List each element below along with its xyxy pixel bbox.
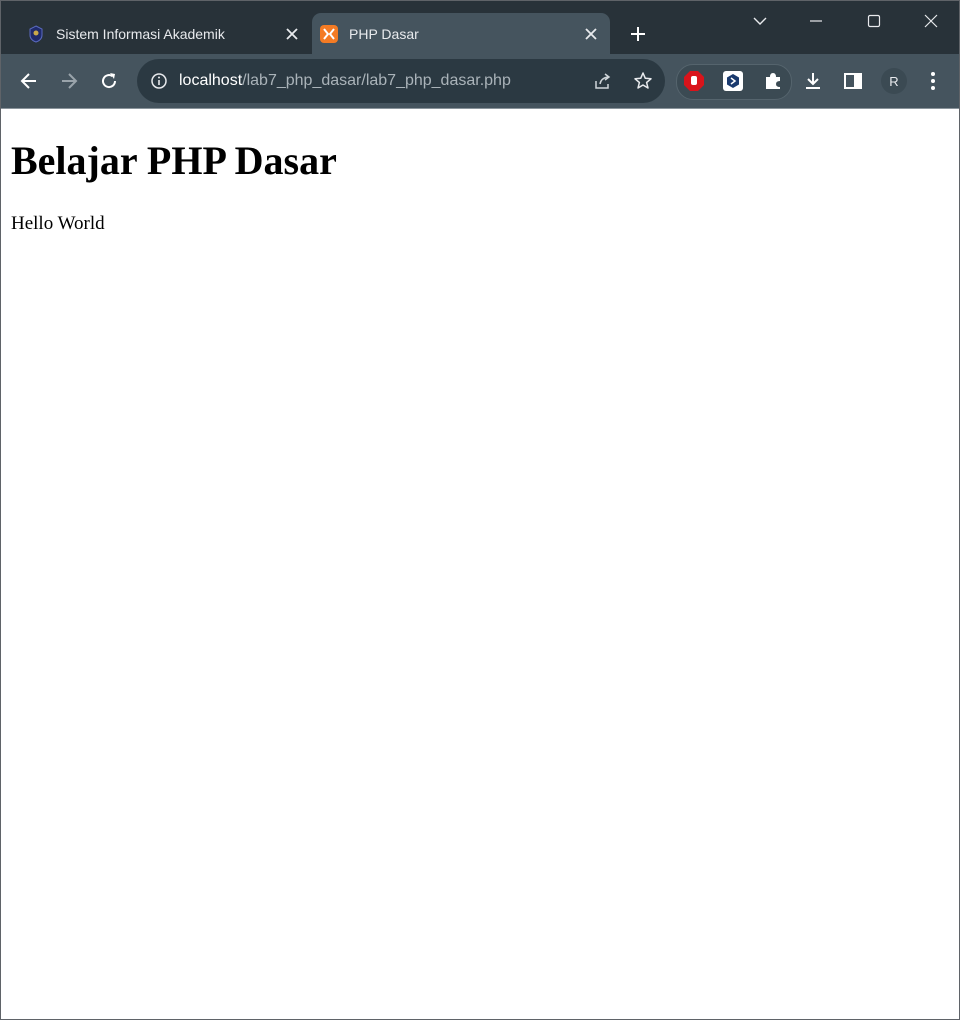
more-menu-icon[interactable] <box>921 69 945 93</box>
back-arrow-icon[interactable] <box>17 69 41 93</box>
tab-title: Sistem Informasi Akademik <box>56 25 225 42</box>
adblock-hand-icon[interactable] <box>682 69 706 93</box>
url-path: /lab7_php_dasar/lab7_php_dasar.php <box>242 72 511 89</box>
tab-php-dasar[interactable]: PHP Dasar <box>312 13 610 54</box>
extensions-puzzle-icon[interactable] <box>761 69 785 93</box>
tab-title: PHP Dasar <box>349 25 419 42</box>
browser-window: Sistem Informasi Akademik PHP Dasar loca… <box>0 0 960 1020</box>
url-host: localhost <box>179 72 243 89</box>
page-content: Belajar PHP Dasar Hello World <box>1 109 959 1019</box>
tab-strip: Sistem Informasi Akademik PHP Dasar <box>1 1 959 54</box>
tab-search-chevron-down-icon[interactable] <box>745 8 775 34</box>
bookmark-star-icon[interactable] <box>633 71 653 91</box>
close-icon[interactable] <box>580 23 602 45</box>
forward-arrow-icon[interactable] <box>57 69 81 93</box>
profile-avatar[interactable]: R <box>881 68 907 94</box>
browser-toolbar: localhost/lab7_php_dasar/lab7_php_dasar.… <box>1 54 959 109</box>
university-crest-icon <box>27 24 45 43</box>
page-text: Hello World <box>11 213 105 234</box>
minimize-icon[interactable] <box>801 8 831 34</box>
reload-icon[interactable] <box>97 69 121 93</box>
new-tab-button[interactable] <box>626 22 650 46</box>
share-icon[interactable] <box>593 72 611 90</box>
extension-hex-icon[interactable] <box>721 69 745 93</box>
site-info-icon[interactable] <box>150 72 168 90</box>
close-window-icon[interactable] <box>916 8 946 34</box>
tab-sistem-informasi-akademik[interactable]: Sistem Informasi Akademik <box>19 13 311 54</box>
close-icon[interactable] <box>281 23 303 45</box>
download-icon[interactable] <box>801 69 825 93</box>
xampp-icon <box>320 24 338 43</box>
maximize-icon[interactable] <box>859 8 889 34</box>
side-panel-icon[interactable] <box>841 69 865 93</box>
page-title: Belajar PHP Dasar <box>11 138 337 183</box>
address-bar[interactable]: localhost/lab7_php_dasar/lab7_php_dasar.… <box>137 59 665 103</box>
url-text[interactable]: localhost/lab7_php_dasar/lab7_php_dasar.… <box>179 59 511 103</box>
